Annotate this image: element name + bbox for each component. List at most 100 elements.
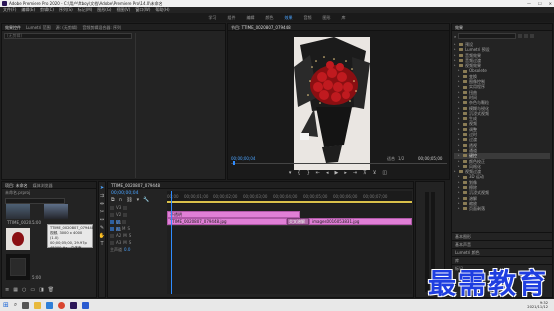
v3-eye-icon[interactable] — [123, 205, 128, 210]
nest-icon[interactable]: ⧉ — [111, 198, 115, 203]
mark-out-icon[interactable]: } — [307, 171, 310, 178]
razor-tool-icon[interactable]: ✂ — [100, 210, 104, 215]
track-label-v2[interactable]: V2 — [116, 212, 121, 217]
track-label-a1[interactable]: A1 — [116, 226, 121, 232]
expand-arrow-icon[interactable]: ▸ — [458, 206, 461, 211]
chrome-icon[interactable] — [58, 301, 66, 309]
tab-effect-controls[interactable]: 效果控件 — [5, 24, 21, 30]
task-view-icon[interactable] — [22, 301, 30, 309]
timeline-ruler[interactable]: 00;00 00;00;01;00 00;00;02;00 00;00;03;0… — [167, 191, 412, 204]
a1-source-patch[interactable] — [110, 226, 114, 231]
hand-tool-icon[interactable]: ✋ — [99, 234, 105, 239]
a2-solo-icon[interactable]: S — [129, 233, 132, 238]
trash-icon[interactable]: 🗑 — [48, 288, 54, 293]
taskbar-clock[interactable]: 9:32 2021/11/12 — [527, 301, 554, 309]
workspace-editing[interactable]: 编辑 — [247, 13, 255, 22]
tab-effects[interactable]: 效果 — [455, 24, 463, 30]
workspace-effects[interactable]: 效果 — [285, 13, 293, 22]
project-thumb-1[interactable] — [6, 204, 30, 219]
effects-tree-item[interactable]: ▸ 页面剥落 — [454, 206, 550, 211]
play-icon[interactable]: ▶ — [334, 171, 338, 178]
workspace-color[interactable]: 颜色 — [266, 13, 274, 22]
a1-solo-icon[interactable]: S — [127, 226, 130, 231]
browser-icon[interactable] — [46, 301, 54, 309]
icon-view-icon[interactable]: ▦ — [13, 288, 18, 293]
clip-v2-effect[interactable]: 不透明 — [167, 211, 300, 218]
workspace-learn[interactable]: 学习 — [209, 13, 217, 22]
program-quality-dropdown[interactable]: 1/2 — [398, 156, 404, 161]
premiere-taskbar-icon[interactable] — [70, 301, 78, 309]
accelerated-filter-icon[interactable] — [518, 34, 523, 38]
v3-lock-icon[interactable] — [110, 205, 114, 210]
a2-lock-icon[interactable] — [110, 233, 114, 238]
new-item-icon[interactable]: ◨ — [39, 288, 44, 293]
yuv-filter-icon[interactable] — [530, 34, 535, 38]
windows-start-icon[interactable]: ⊞ — [3, 301, 9, 309]
expand-arrow-icon[interactable]: ▸ — [454, 63, 457, 68]
work-area-bar[interactable] — [167, 201, 412, 203]
timeline-settings-icon[interactable]: 🔧 — [143, 198, 149, 203]
tab-program[interactable]: 节目: TTIME_0020807_079448 — [231, 24, 291, 30]
section-lumetri-color[interactable]: Lumetri 颜色 — [452, 248, 552, 256]
clip-v1-image-1[interactable]: TTIME_0020807_079448.jpg — [167, 218, 287, 225]
expand-arrow-icon[interactable]: ▸ — [458, 164, 461, 169]
minimize-button[interactable]: — — [527, 0, 531, 7]
tab-project[interactable]: 项目: 未命名 — [5, 182, 28, 188]
timeline-playhead[interactable] — [171, 191, 172, 294]
workspace-libraries[interactable]: 库 — [342, 13, 346, 22]
clip-v1-transition[interactable]: 交叉溶解 — [287, 218, 309, 225]
zoom-slider-icon[interactable]: ○ — [22, 288, 26, 293]
extract-icon[interactable]: ⊻ — [373, 171, 377, 178]
snap-icon[interactable]: ∩ — [119, 198, 123, 203]
section-essential-sound[interactable]: 基本声音 — [452, 240, 552, 248]
slip-tool-icon[interactable]: ↔ — [100, 218, 104, 223]
project-thumb-3[interactable] — [6, 228, 30, 250]
program-scrub-bar[interactable] — [231, 163, 447, 164]
step-back-icon[interactable]: ◂ — [326, 171, 329, 178]
lift-icon[interactable]: ⊼ — [363, 171, 367, 178]
add-marker-icon[interactable]: ▾ — [137, 198, 140, 203]
a1-mute-icon[interactable]: M — [122, 226, 125, 231]
new-bin-icon[interactable]: ▭ — [30, 288, 35, 293]
a2-mute-icon[interactable]: M — [123, 233, 126, 238]
track-label-a2[interactable]: A2 — [116, 233, 121, 238]
track-label-v1[interactable]: V1 — [116, 219, 121, 225]
project-thumb-4[interactable] — [6, 254, 30, 280]
list-view-icon[interactable]: ≡ — [5, 288, 9, 293]
linked-selection-icon[interactable]: ⛓ — [126, 198, 132, 203]
expand-arrow-icon[interactable]: ▸ — [454, 169, 457, 174]
v2-lock-icon[interactable] — [110, 212, 114, 217]
program-fit-dropdown[interactable]: 适合 — [387, 156, 395, 162]
workspace-audio[interactable]: 音频 — [304, 13, 312, 22]
mark-in-icon[interactable]: { — [297, 171, 300, 178]
32bit-filter-icon[interactable] — [524, 34, 529, 38]
section-essential-graphics[interactable]: 基本图形 — [452, 232, 552, 240]
tab-lumetri-scopes[interactable]: Lumetri 范围 — [26, 24, 51, 30]
go-to-out-icon[interactable]: ⇥ — [353, 171, 357, 178]
tab-sequence[interactable]: TTIME_0020807_079448 — [111, 182, 160, 188]
v1-eye-icon[interactable] — [122, 219, 126, 224]
maximize-button[interactable]: ☐ — [538, 0, 542, 7]
export-frame-icon[interactable]: ◫ — [382, 171, 387, 178]
a3-lock-icon[interactable] — [110, 240, 114, 245]
workspace-graphics[interactable]: 图形 — [323, 13, 331, 22]
selection-tool-icon[interactable]: ➤ — [100, 186, 104, 191]
type-tool-icon[interactable]: T — [100, 242, 103, 247]
taskbar-search-icon[interactable]: ⌕ — [14, 301, 17, 309]
workspace-assembly[interactable]: 组件 — [228, 13, 236, 22]
pen-tool-icon[interactable]: ✎ — [100, 226, 104, 231]
go-to-in-icon[interactable]: ⇤ — [316, 171, 320, 178]
file-explorer-icon[interactable] — [34, 301, 42, 309]
a3-mute-icon[interactable]: M — [123, 240, 126, 245]
timeline-timecode[interactable]: 00;00;00;04 — [111, 191, 138, 196]
ripple-edit-tool-icon[interactable]: ⇹ — [100, 202, 104, 207]
effects-search-input[interactable] — [458, 33, 517, 39]
master-volume[interactable]: 0.0 — [124, 247, 130, 252]
word-taskbar-icon[interactable] — [82, 301, 90, 309]
v2-eye-icon[interactable] — [123, 212, 128, 217]
track-select-tool-icon[interactable]: ⇉ — [100, 194, 104, 199]
track-label-v3[interactable]: V3 — [116, 205, 121, 210]
program-playhead[interactable] — [233, 161, 235, 165]
tab-audio-clip-mixer[interactable]: 音频剪辑混合器: 序列 — [82, 24, 121, 30]
track-label-a3[interactable]: A3 — [116, 240, 121, 245]
